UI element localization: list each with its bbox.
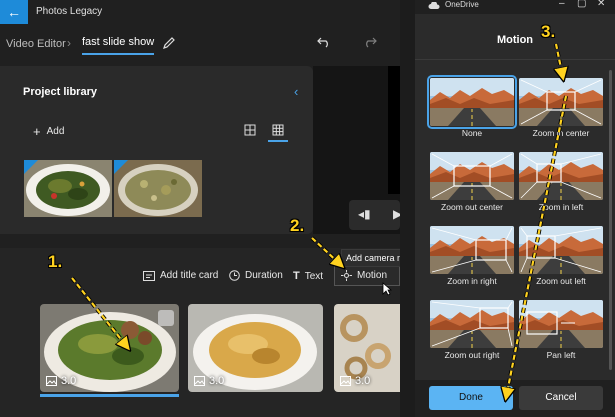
library-title: Project library [23,86,97,98]
storyboard-clip[interactable]: 3.0 [334,304,400,392]
redo-icon[interactable] [363,36,377,50]
motion-option-zoom-out-right[interactable]: Zoom out right [430,300,514,366]
clip-duration-value: 3.0 [355,375,371,387]
motion-option-zoom-in-left[interactable]: Zoom in left [519,152,603,218]
back-button[interactable]: ← [0,0,28,24]
scrollbar[interactable] [609,70,612,370]
image-icon [46,376,57,386]
back-arrow-icon: ← [7,4,21,20]
selected-clip-indicator [40,394,179,397]
plus-icon: + [33,124,41,139]
motion-option-zoom-out-left[interactable]: Zoom out left [519,226,603,292]
motion-button[interactable]: Motion [341,270,387,281]
selected-corner-badge [24,160,38,174]
step-3-label: 3. [541,22,556,41]
motion-option-label: Pan left [546,350,576,360]
clip-duration-value: 3.0 [61,375,77,387]
minimize-icon[interactable]: – [559,0,565,9]
motion-preview-image [519,300,603,348]
add-label: Add [46,126,65,137]
text-button[interactable]: T Text [293,270,323,282]
image-icon [340,376,351,386]
pencil-icon[interactable] [162,36,176,50]
motion-preview-image [427,75,517,129]
storyboard-clip[interactable]: 3.0 [40,304,179,392]
video-preview [388,66,400,194]
cancel-button[interactable]: Cancel [519,386,603,410]
image-icon [194,376,205,386]
undo-icon[interactable] [317,36,331,50]
skip-back-icon[interactable]: ◂▮ [358,207,371,221]
breadcrumb-separator: › [67,36,71,50]
duration-button[interactable]: Duration [229,270,283,281]
add-media-button[interactable]: + Add [33,124,64,139]
motion-preview-image [430,226,514,274]
project-library-panel: Project library ‹ + Add [0,66,313,234]
project-title[interactable]: fast slide show [82,36,155,55]
library-thumbnail[interactable] [114,160,202,217]
motion-preview-image [519,152,603,200]
small-grid-view-icon[interactable] [272,124,284,136]
video-editor-window: ← Photos Legacy Video Editor › fast slid… [0,0,400,417]
selected-corner-badge [114,160,128,174]
active-view-indicator [268,140,288,142]
large-grid-view-icon[interactable] [244,124,256,136]
motion-option-label: Zoom in center [532,128,590,138]
onedrive-cloud-icon [428,2,440,9]
motion-option-label: Zoom out left [536,276,586,286]
motion-label: Motion [357,270,388,281]
motion-tooltip: Add camera m [341,249,400,267]
clip-duration: 3.0 [46,375,76,387]
dialog-title: Motion [496,34,534,46]
app-title: Photos Legacy [36,6,103,17]
motion-preview-image [430,152,514,200]
close-icon[interactable]: ✕ [597,0,605,9]
motion-preview-image [519,226,603,274]
play-icon[interactable]: ▶ [393,207,400,221]
clip-duration-value: 3.0 [209,375,225,387]
maximize-icon[interactable]: ▢ [577,0,586,9]
clock-icon [229,270,240,281]
motion-option-pan-left[interactable]: Pan left [519,300,603,366]
motion-icon [341,270,352,281]
dialog-app-name: OneDrive [445,0,479,9]
motion-option-label: Zoom out center [441,202,503,212]
motion-option-label: None [461,128,483,138]
duration-label: Duration [245,270,283,281]
breadcrumb-video-editor[interactable]: Video Editor [6,38,66,50]
add-title-card-label: Add title card [160,270,219,281]
clip-duration: 3.0 [194,375,224,387]
library-thumbnail[interactable] [24,160,112,217]
text-label: Text [304,270,324,282]
motion-preview-image [519,78,603,126]
storyboard-clip[interactable]: 3.0 [188,304,323,392]
motion-option-none[interactable]: None [427,75,517,144]
motion-option-zoom-in-right[interactable]: Zoom in right [430,226,514,292]
motion-option-label: Zoom out right [444,350,500,360]
step-2-label: 2. [290,216,305,235]
clip-duration: 3.0 [340,375,370,387]
motion-dialog: OneDrive – ▢ ✕ Motion None Zoom in cente… [415,0,615,417]
done-button[interactable]: Done [429,386,513,410]
motion-option-label: Zoom in left [538,202,584,212]
text-icon: T [293,270,300,282]
motion-option-label: Zoom in right [447,276,497,286]
motion-option-zoom-in-center[interactable]: Zoom in center [519,78,603,144]
playback-controls: ◂▮ ▶ [349,200,400,230]
breadcrumb: Video Editor › fast slide show [0,24,400,64]
collapse-chevron-icon[interactable]: ‹ [294,84,298,99]
motion-preview-image [430,300,514,348]
mouse-cursor-icon [382,282,392,296]
dialog-title-bar: OneDrive – ▢ ✕ [415,0,615,14]
step-1-label: 1. [48,252,63,271]
motion-option-zoom-out-center[interactable]: Zoom out center [430,152,514,218]
add-title-card-button[interactable]: Add title card [143,270,218,281]
title-bar: ← Photos Legacy [0,0,400,24]
title-card-icon [143,270,155,281]
